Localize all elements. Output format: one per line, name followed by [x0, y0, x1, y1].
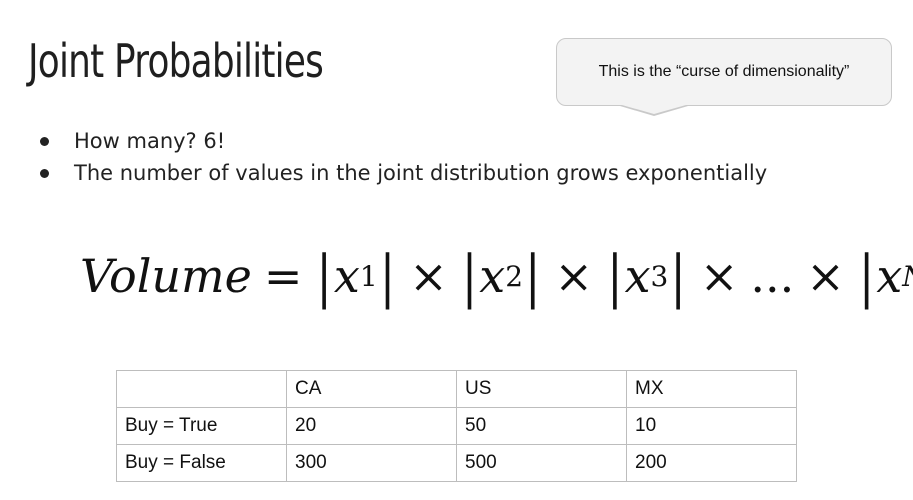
table-cell: 50 [456, 407, 627, 445]
bullet-list: How many? 6! The number of values in the… [38, 126, 767, 190]
joint-table: CA US MX Buy = True 20 50 10 Buy = False… [116, 370, 797, 482]
formula-var: x [333, 249, 360, 303]
bullet-item: How many? 6! [38, 126, 767, 158]
bullet-text: How many? 6! [74, 129, 226, 153]
table-cell: 20 [286, 407, 457, 445]
bullet-text: The number of values in the joint distri… [74, 161, 768, 185]
bullet-dot-icon [40, 137, 49, 146]
formula-ellipsis: ... [750, 249, 795, 303]
table-cell: Buy = False [116, 444, 287, 482]
callout-tail-fill [622, 105, 686, 114]
callout-text: This is the “curse of dimensionality” [598, 63, 850, 80]
table-cell: US [456, 370, 627, 408]
bullet-item: The number of values in the joint distri… [38, 158, 767, 190]
formula-var: x [624, 249, 651, 303]
table-cell [116, 370, 287, 408]
formula-equals: = [263, 249, 303, 303]
formula-sub: 1 [359, 259, 378, 293]
formula-bar: | [316, 242, 332, 310]
volume-formula: Volume = |x1| × |x2| × |x3| × ... × |xN| [80, 236, 913, 316]
formula-times: × [806, 249, 845, 303]
formula-times: × [699, 249, 739, 303]
slide-title: Joint Probabilities [28, 34, 324, 88]
formula-sub: 3 [650, 259, 669, 293]
formula-bar: | [461, 242, 478, 310]
formula-bar: | [858, 242, 875, 310]
formula-sub: N [902, 260, 913, 293]
formula-sub: 2 [505, 259, 524, 293]
table-row: Buy = False 300 500 200 [116, 444, 797, 482]
formula-bar: | [607, 242, 623, 310]
formula-times: × [409, 249, 448, 303]
formula-times: × [554, 249, 594, 303]
speech-callout: This is the “curse of dimensionality” [556, 38, 892, 106]
formula-var: x [479, 249, 506, 303]
table-cell: MX [626, 370, 797, 408]
table-cell: 500 [456, 444, 627, 482]
table-cell: Buy = True [116, 407, 287, 445]
formula-lhs: Volume [80, 249, 252, 303]
table-cell: 10 [626, 407, 797, 445]
table-cell: 200 [626, 444, 797, 482]
table-row: Buy = True 20 50 10 [116, 407, 797, 445]
formula-bar: | [670, 242, 686, 310]
formula-bar: | [379, 242, 396, 310]
table-cell: CA [286, 370, 457, 408]
bullet-dot-icon [40, 169, 49, 178]
formula-bar: | [525, 242, 541, 310]
table-cell: 300 [286, 444, 457, 482]
table-header-row: CA US MX [116, 370, 797, 408]
formula-var: x [876, 249, 903, 303]
